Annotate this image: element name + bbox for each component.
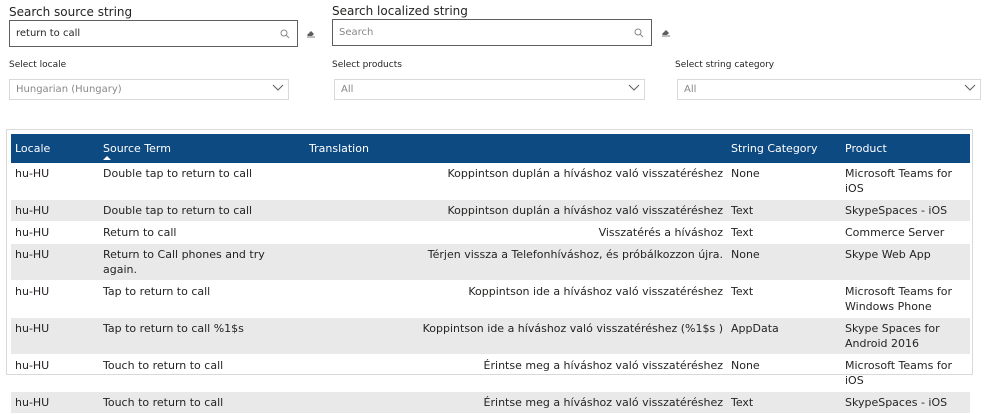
cell-product: Microsoft Teams for Windows Phone [845, 285, 952, 313]
locale-dropdown[interactable]: Hungarian (Hungary) [9, 79, 289, 100]
cell-string-category: None [731, 359, 760, 372]
cell-translation: Koppintson ide a híváshoz való visszatér… [468, 285, 723, 298]
eraser-icon[interactable] [660, 26, 672, 38]
table-row[interactable]: hu-HU Double tap to return to call Koppint… [11, 199, 970, 222]
cell-source-term: Tap to return to call %1$s [103, 322, 244, 335]
products-label: Select products [332, 60, 402, 70]
cell-translation: Koppintson ide a híváshoz való visszatér… [422, 322, 723, 335]
cell-string-category: Text [731, 226, 754, 239]
cell-product: Commerce Server [845, 226, 945, 239]
cell-translation: Visszatérés a híváshoz [598, 226, 723, 239]
table-row[interactable]: hu-HU Touch to return to call Érintse meg … [11, 355, 970, 392]
cell-locale: hu-HU [15, 204, 50, 217]
locale-label: Select locale [9, 60, 67, 70]
header-product[interactable]: Product [841, 134, 970, 163]
cell-translation: Érintse meg a híváshoz való visszatérésh… [483, 396, 723, 409]
search-icon[interactable] [279, 28, 291, 40]
cell-source-term: Touch to return to call [103, 359, 224, 372]
locale-value: Hungarian (Hungary) [16, 84, 122, 95]
cell-source-term: Return to call [103, 226, 177, 239]
localized-search-placeholder: Search [339, 27, 374, 38]
localized-search-label: Search localized string [332, 4, 468, 18]
cell-product: SkypeSpaces - iOS [845, 204, 948, 217]
results-table: Locale Source Term Translation String Ca… [11, 134, 970, 414]
sort-ascending-icon [103, 156, 111, 160]
chevron-down-icon [964, 84, 976, 95]
header-source-term-label: Source Term [103, 142, 171, 155]
category-value: All [684, 84, 697, 95]
results-table-container: Locale Source Term Translation String Ca… [6, 129, 973, 414]
cell-locale: hu-HU [15, 359, 50, 372]
cell-string-category: Text [731, 204, 754, 217]
cell-source-term: Double tap to return to call [103, 167, 253, 180]
header-locale[interactable]: Locale [11, 134, 99, 163]
cell-translation: Érintse meg a híváshoz való visszatérésh… [483, 359, 723, 372]
category-dropdown[interactable]: All [677, 79, 981, 100]
cell-translation: Térjen vissza a Telefonhíváshoz, és prób… [427, 248, 723, 261]
cell-source-term: Double tap to return to call [103, 204, 253, 217]
cell-translation: Koppintson duplán a híváshoz való vissza… [447, 167, 724, 180]
localized-search-input[interactable]: Search [332, 19, 652, 46]
cell-product: SkypeSpaces - iOS [845, 396, 948, 409]
cell-locale: hu-HU [15, 285, 50, 298]
cell-product: Microsoft Teams for iOS [845, 167, 952, 195]
cell-translation: Koppintson duplán a híváshoz való vissza… [447, 204, 724, 217]
source-search-label: Search source string [9, 5, 133, 19]
cell-locale: hu-HU [15, 322, 50, 335]
chevron-down-icon [272, 84, 284, 95]
cell-string-category: AppData [731, 322, 779, 335]
products-value: All [341, 84, 354, 95]
cell-product: Skype Web App [845, 248, 931, 261]
header-string-category[interactable]: String Category [727, 134, 841, 163]
table-row[interactable]: hu-HU Tap to return to call Koppintson ide… [11, 281, 970, 318]
cell-locale: hu-HU [15, 396, 50, 409]
table-row[interactable]: hu-HU Tap to return to call %1$s Koppintso… [11, 317, 970, 355]
source-search-value: return to call [16, 28, 81, 39]
cell-product: Microsoft Teams for iOS [845, 359, 952, 387]
cell-string-category: None [731, 248, 760, 261]
cell-source-term: Touch to return to call [103, 396, 224, 409]
table-row[interactable]: hu-HU Return to call Visszatérés a hívásho… [11, 222, 970, 244]
cell-string-category: Text [731, 396, 754, 409]
table-header-row: Locale Source Term Translation String Ca… [11, 134, 970, 163]
cell-locale: hu-HU [15, 226, 50, 239]
search-icon[interactable] [633, 27, 645, 39]
table-row[interactable]: hu-HU Return to Call phones and try again… [11, 243, 970, 281]
products-dropdown[interactable]: All [334, 79, 645, 100]
cell-locale: hu-HU [15, 167, 50, 180]
source-search-input[interactable]: return to call [9, 20, 298, 47]
cell-product: Skype Spaces for Android 2016 [845, 322, 940, 350]
table-row[interactable]: hu-HU Touch to return to call Érintse meg … [11, 391, 970, 414]
cell-source-term: Tap to return to call [103, 285, 211, 298]
header-source-term[interactable]: Source Term [99, 134, 305, 163]
cell-string-category: None [731, 167, 760, 180]
table-row[interactable]: hu-HU Double tap to return to call Koppint… [11, 163, 970, 200]
header-translation[interactable]: Translation [305, 134, 727, 163]
cell-source-term: Return to Call phones and try again. [103, 248, 265, 276]
eraser-icon[interactable] [305, 27, 317, 39]
category-label: Select string category [675, 60, 775, 70]
chevron-down-icon [628, 84, 640, 95]
cell-string-category: Text [731, 285, 754, 298]
cell-locale: hu-HU [15, 248, 50, 261]
